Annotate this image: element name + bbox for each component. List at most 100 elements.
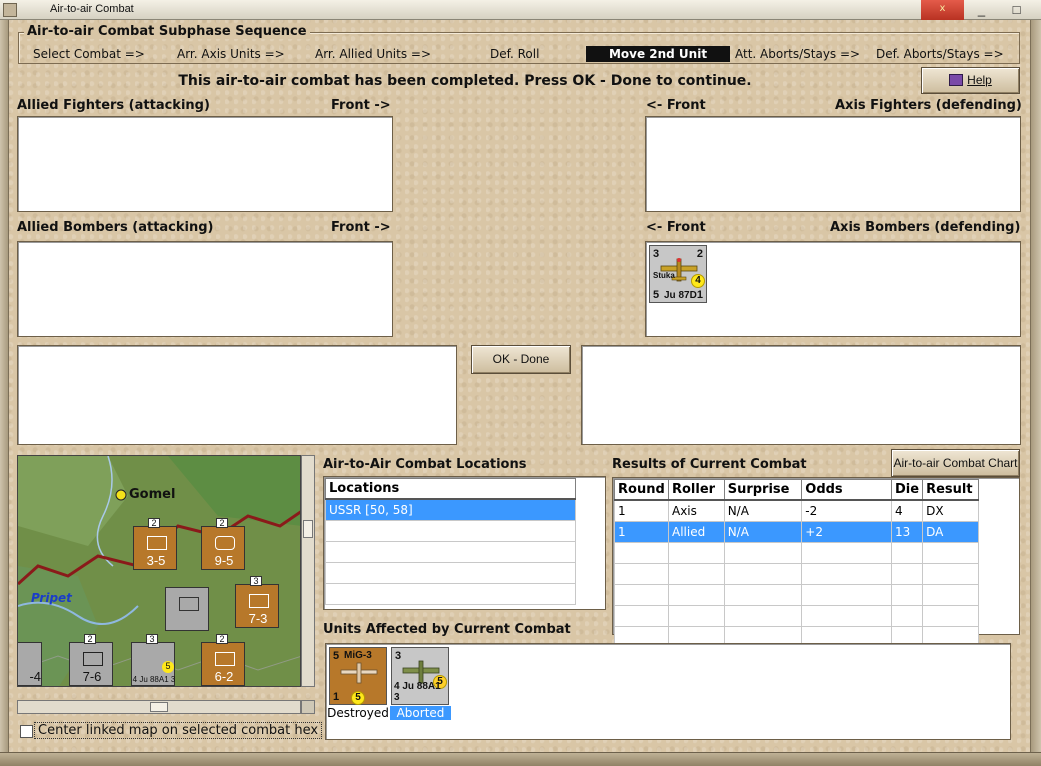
fighter-plane-icon bbox=[340, 662, 378, 684]
sequence-title: Air-to-air Combat Subphase Sequence bbox=[24, 24, 310, 39]
axis-details-panel bbox=[581, 345, 1021, 445]
step-def-aborts: Def. Aborts/Stays => bbox=[876, 47, 1004, 61]
locations-table: Locations USSR [50, 58] bbox=[325, 478, 576, 605]
axis-bombers-front: <- Front bbox=[646, 220, 706, 235]
cell: +2 bbox=[801, 520, 893, 543]
help-label: Help bbox=[967, 73, 992, 87]
counter-top-left: 3 bbox=[395, 650, 402, 662]
unit-flag: 2 bbox=[84, 634, 96, 644]
locations-title: Air-to-Air Combat Locations bbox=[323, 457, 527, 472]
affected-status-aborted: Aborted bbox=[390, 706, 451, 720]
table-row[interactable] bbox=[325, 582, 576, 605]
cell: Allied bbox=[667, 520, 725, 543]
table-row[interactable]: 1 Allied N/A +2 13 DA bbox=[614, 520, 979, 543]
map-unit-1[interactable]: 2 3-5 bbox=[133, 518, 177, 570]
unit-symbol bbox=[215, 536, 235, 550]
map-plane-counter[interactable]: 3 5 4 Ju 88A1 3 bbox=[131, 634, 176, 686]
title-bar: Air-to-air Combat x _ □ bbox=[0, 0, 1041, 20]
step-att-aborts: Att. Aborts/Stays => bbox=[735, 47, 861, 61]
counter-name: Ju 87D bbox=[664, 290, 697, 301]
window-frame-right bbox=[1030, 20, 1041, 760]
counter-bottom-right: 1 bbox=[696, 289, 703, 301]
axis-fighters-front: <- Front bbox=[646, 98, 706, 113]
unit-value: 7-6 bbox=[82, 669, 102, 684]
map-unit-4[interactable]: 2 7-6 bbox=[69, 634, 113, 686]
map-hscroll-thumb[interactable] bbox=[150, 702, 168, 712]
step-arrange-axis: Arr. Axis Units => bbox=[177, 47, 285, 61]
table-row[interactable] bbox=[614, 604, 979, 627]
unit-value: 3-5 bbox=[146, 553, 166, 568]
affected-title: Units Affected by Current Combat bbox=[323, 622, 571, 637]
cell: DA bbox=[922, 520, 979, 543]
window-title: Air-to-air Combat bbox=[50, 3, 134, 15]
map-horizontal-scrollbar[interactable] bbox=[17, 700, 301, 714]
col-roller: Roller bbox=[667, 479, 725, 501]
axis-bombers-panel[interactable]: 3 2 Stuka 4 5 Ju 87D 1 bbox=[645, 241, 1021, 337]
axis-fighters-panel[interactable] bbox=[645, 116, 1021, 212]
close-icon[interactable]: x bbox=[921, 0, 964, 20]
table-row[interactable] bbox=[325, 519, 576, 542]
location-cell bbox=[325, 540, 576, 563]
table-row[interactable]: USSR [50, 58] bbox=[325, 498, 576, 521]
counter-name: 4 Ju 88A1 3 bbox=[394, 681, 441, 703]
linked-map[interactable]: Gomel Pripet 2 3-5 2 9-5 3 7-3 2 7-6 3 5 bbox=[17, 455, 301, 687]
map-unit-selected[interactable] bbox=[165, 587, 209, 631]
ok-done-button[interactable]: OK - Done bbox=[471, 345, 571, 374]
unit-symbol bbox=[83, 652, 103, 666]
affected-unit-mig3[interactable]: 5 MiG-3 5 1 bbox=[329, 647, 387, 705]
map-vertical-scrollbar[interactable] bbox=[301, 455, 315, 687]
map-unit-6[interactable]: -4 bbox=[18, 642, 42, 686]
table-row[interactable] bbox=[325, 561, 576, 584]
col-die: Die bbox=[891, 479, 924, 501]
unit-value: 9-5 bbox=[214, 553, 234, 568]
allied-bombers-panel[interactable] bbox=[17, 241, 393, 337]
air-combat-chart-button[interactable]: Air-to-air Combat Chart bbox=[891, 449, 1020, 477]
center-map-label[interactable]: Center linked map on selected combat hex bbox=[34, 722, 323, 739]
map-unit-3[interactable]: 3 7-3 bbox=[235, 576, 279, 628]
affected-status-destroyed: Destroyed bbox=[327, 706, 389, 720]
cell: 13 bbox=[891, 520, 924, 543]
map-river-label: Pripet bbox=[31, 591, 72, 605]
unit-symbol bbox=[215, 652, 235, 666]
counter-type: Stuka bbox=[653, 271, 675, 280]
table-row[interactable] bbox=[614, 541, 979, 564]
affected-panel: 5 MiG-3 5 1 Destroyed 3 5 4 Ju 88A1 3 Ab… bbox=[325, 643, 1011, 740]
allied-bombers-label: Allied Bombers (attacking) bbox=[17, 220, 214, 235]
air-combat-window: Air-to-air Combat x _ □ Air-to-air Comba… bbox=[0, 0, 1041, 766]
allied-details-panel bbox=[17, 345, 457, 445]
unit-value: 6-2 bbox=[214, 669, 234, 684]
counter-top-left: 3 bbox=[653, 248, 660, 260]
allied-fighters-panel[interactable] bbox=[17, 116, 393, 212]
allied-fighters-label: Allied Fighters (attacking) bbox=[17, 98, 210, 113]
maximize-button[interactable]: □ bbox=[999, 0, 1034, 20]
cell: N/A bbox=[723, 520, 803, 543]
counter-badge: 4 bbox=[691, 274, 705, 288]
unit-value: -4 bbox=[29, 669, 41, 684]
affected-unit-ju88[interactable]: 3 5 4 Ju 88A1 3 bbox=[391, 647, 449, 705]
location-cell: USSR [50, 58] bbox=[325, 498, 576, 521]
unit-flag: 3 bbox=[146, 634, 158, 644]
table-row[interactable]: 1 Axis N/A -2 4 DX bbox=[614, 499, 979, 522]
table-row[interactable] bbox=[614, 562, 979, 585]
map-unit-2[interactable]: 2 9-5 bbox=[201, 518, 245, 570]
window-frame-left bbox=[0, 20, 9, 760]
scroll-corner bbox=[301, 700, 315, 714]
minimize-button[interactable]: _ bbox=[964, 0, 999, 20]
map-unit-5[interactable]: 2 6-2 bbox=[201, 634, 245, 686]
center-map-checkbox[interactable] bbox=[20, 725, 33, 738]
window-frame-bottom bbox=[0, 752, 1041, 766]
step-def-roll: Def. Roll bbox=[490, 47, 540, 61]
step-move-2nd-unit: Move 2nd Unit bbox=[586, 46, 730, 62]
plane-name: 4 Ju 88A1 3 bbox=[132, 675, 176, 684]
help-button[interactable]: Help bbox=[921, 67, 1020, 94]
table-row[interactable] bbox=[325, 540, 576, 563]
map-vscroll-thumb[interactable] bbox=[303, 520, 313, 538]
col-result: Result bbox=[922, 479, 979, 501]
counter-top-left: 5 bbox=[333, 650, 340, 662]
step-select-combat: Select Combat => bbox=[33, 47, 145, 61]
location-cell bbox=[325, 519, 576, 542]
axis-bomber-counter[interactable]: 3 2 Stuka 4 5 Ju 87D 1 bbox=[649, 245, 707, 303]
table-row[interactable] bbox=[614, 583, 979, 606]
status-message: This air-to-air combat has been complete… bbox=[178, 73, 752, 89]
location-cell bbox=[325, 561, 576, 584]
